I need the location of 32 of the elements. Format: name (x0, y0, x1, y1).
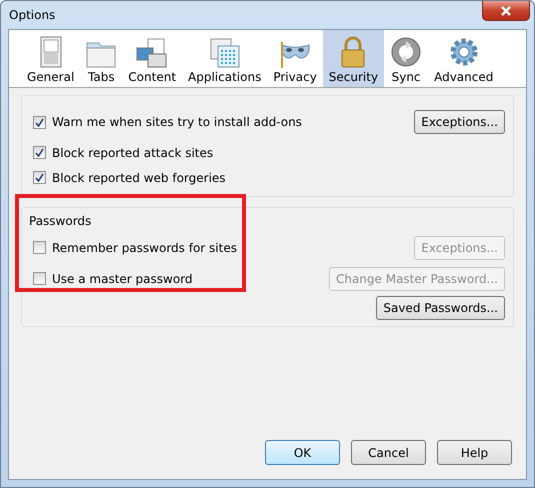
option-button[interactable]: Exceptions... (414, 110, 505, 134)
group-title: Passwords (29, 214, 92, 228)
tab[interactable]: Privacy (267, 30, 323, 87)
padlock-icon (339, 36, 368, 68)
checkbox[interactable]: Warn me when sites try to install add-ons (33, 115, 302, 129)
checkbox[interactable]: Use a master password (33, 272, 193, 286)
sync-icon (390, 36, 422, 68)
folder-icon (86, 40, 116, 68)
tab[interactable]: General (21, 30, 80, 87)
calendar-icon (210, 38, 240, 68)
close-icon (500, 6, 512, 16)
tab[interactable]: Content (122, 30, 182, 87)
check-icon (35, 173, 44, 182)
switch-icon (40, 36, 62, 68)
pages-icon (136, 38, 168, 68)
check-icon (35, 118, 44, 126)
tab[interactable]: Security (322, 30, 384, 87)
checkbox[interactable]: Block reported web forgeries (33, 170, 226, 184)
tab[interactable]: Sync (384, 30, 428, 87)
checkbox[interactable]: Block reported attack sites (33, 146, 214, 160)
tab[interactable]: Tabs (80, 30, 122, 87)
dialog-button[interactable]: Help (437, 440, 512, 465)
check-icon (35, 148, 44, 157)
checkbox[interactable]: Remember passwords for sites (33, 240, 237, 254)
dialog-button[interactable]: OK (265, 440, 340, 465)
window-title: Options (9, 8, 56, 22)
tab[interactable]: Advanced (428, 30, 500, 87)
gear-icon (448, 36, 480, 68)
dialog-button[interactable]: Cancel (351, 440, 426, 465)
option-button[interactable]: Saved Passwords... (376, 296, 505, 320)
close-button[interactable] (482, 1, 530, 21)
tab[interactable]: Applications (182, 30, 268, 87)
